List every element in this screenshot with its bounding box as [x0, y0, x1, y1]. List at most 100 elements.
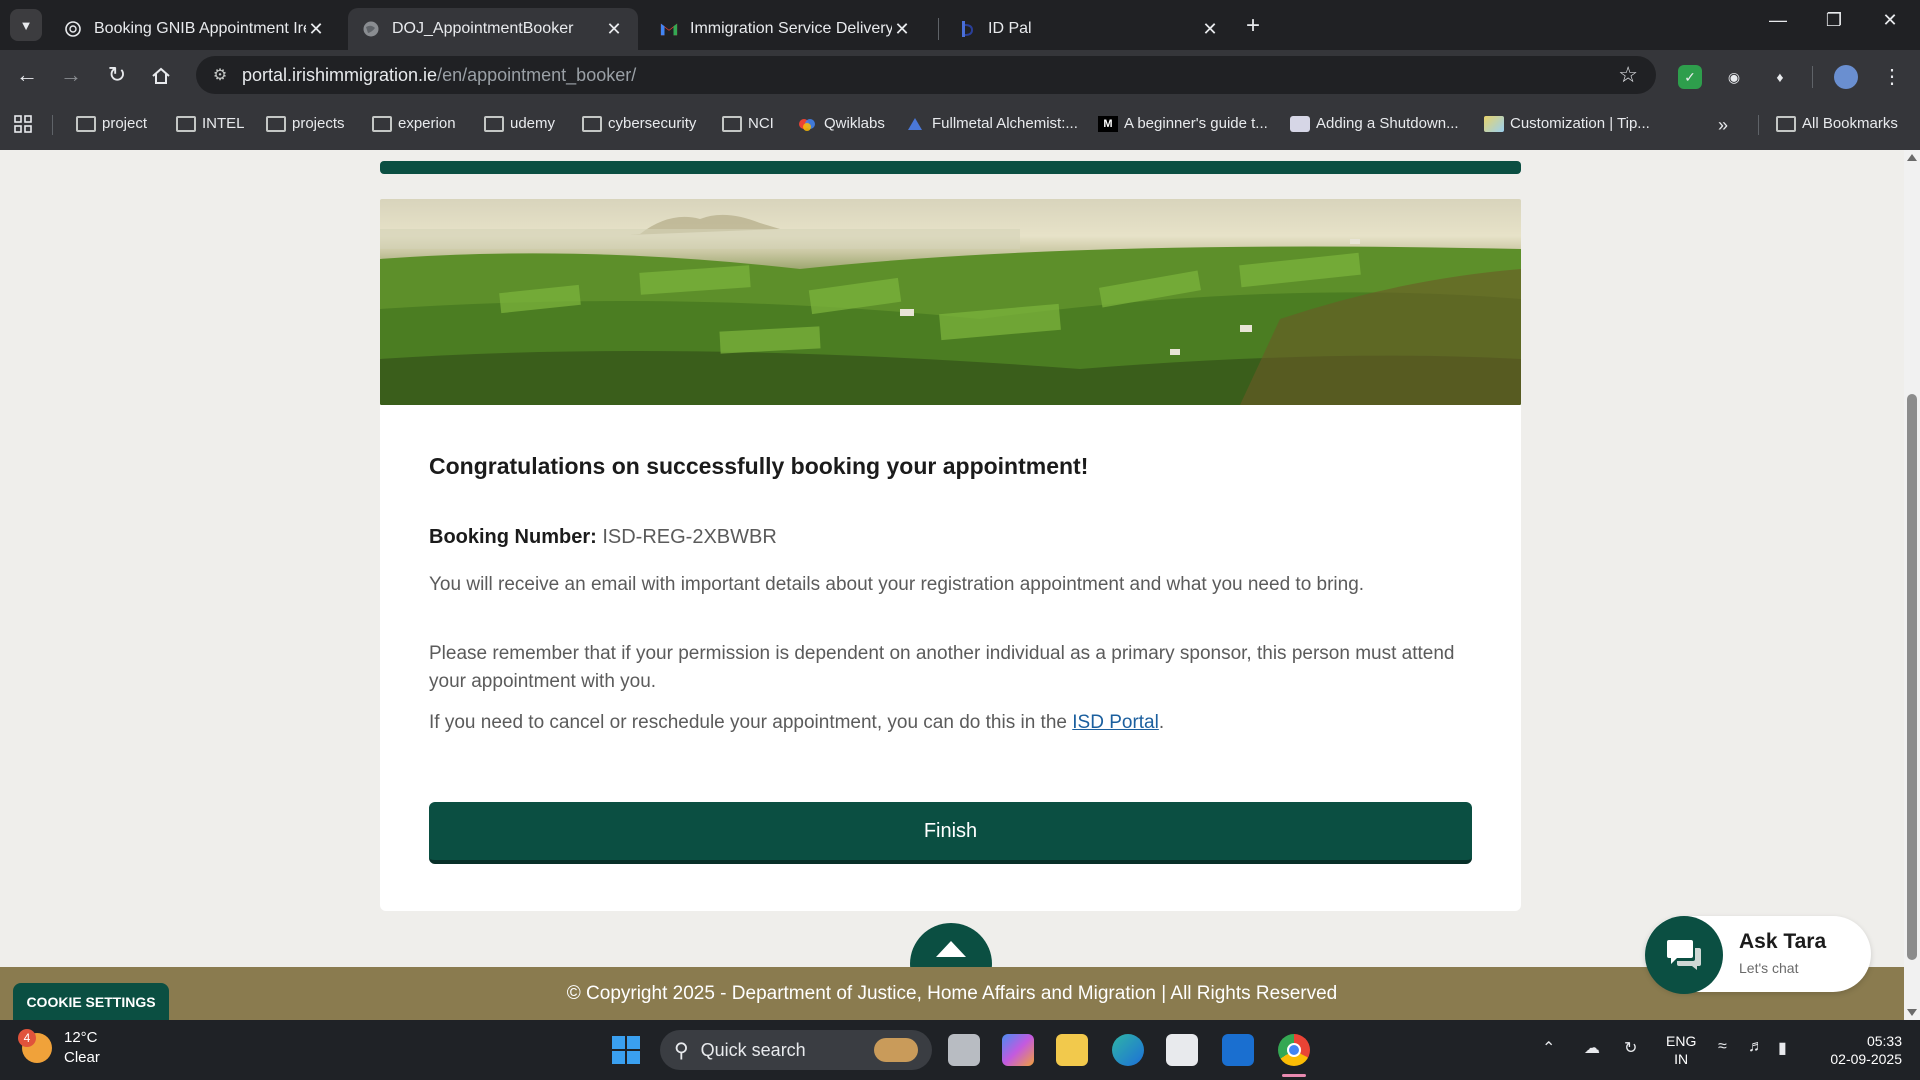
close-icon[interactable]: ✕ [1200, 19, 1220, 40]
volume-icon[interactable]: ♬ [1748, 1038, 1764, 1056]
window-close-icon[interactable]: ✕ [1870, 10, 1910, 31]
folder-icon [176, 115, 196, 132]
progress-bar [380, 161, 1521, 174]
language-indicator[interactable]: ENG IN [1666, 1032, 1696, 1068]
tab-doj-appointment-booker[interactable]: DOJ_AppointmentBooker ✕ [348, 8, 638, 50]
windows-start-icon[interactable] [610, 1034, 642, 1066]
bookmark-label: NCI [748, 115, 774, 132]
shield-extension-icon[interactable]: ✓ [1678, 65, 1702, 89]
clock-date: 02-09-2025 [1830, 1051, 1902, 1067]
system-clock[interactable]: 05:33 02-09-2025 [1818, 1032, 1902, 1068]
toolbar-divider [1812, 66, 1813, 88]
scroll-down-arrow-icon[interactable] [1907, 1009, 1917, 1016]
wifi-icon[interactable]: ≈ [1718, 1038, 1727, 1056]
search-highlight-icon [874, 1038, 918, 1062]
bookmark-folder-udemy[interactable]: udemy [484, 115, 555, 132]
weather-sun-icon: 4 [18, 1029, 52, 1063]
chat-bubble-icon [1645, 916, 1723, 994]
forward-icon[interactable]: → [56, 61, 86, 91]
home-icon[interactable] [146, 61, 176, 91]
taskbar-search[interactable]: ⚲ Quick search [660, 1030, 932, 1070]
scrollbar-thumb[interactable] [1907, 394, 1917, 960]
profile-avatar[interactable] [1834, 65, 1858, 89]
hero-landscape-image [380, 199, 1521, 405]
sync-icon[interactable]: ↻ [1624, 1038, 1637, 1058]
browser-toolbar: ← → ↻ ⚙ portal.irishimmigration.ie/en/ap… [0, 50, 1920, 100]
bookmark-label: INTEL [202, 115, 245, 132]
close-icon[interactable]: ✕ [892, 19, 912, 40]
folder-icon [582, 115, 602, 132]
bookmark-adding-shutdown[interactable]: Adding a Shutdown... [1290, 115, 1459, 132]
all-bookmarks-folder[interactable]: All Bookmarks [1776, 115, 1898, 132]
tab-id-pal[interactable]: ID Pal ✕ [944, 8, 1234, 50]
qwiklabs-icon [798, 116, 818, 132]
bookmark-customization[interactable]: Customization | Tip... [1484, 115, 1650, 132]
finish-button[interactable]: Finish [429, 802, 1472, 864]
weather-widget[interactable]: 4 12°C Clear [18, 1028, 100, 1068]
microsoft-store-icon[interactable] [1166, 1034, 1198, 1066]
bookmark-folder-cybersecurity[interactable]: cybersecurity [582, 115, 696, 132]
copilot-icon[interactable] [1002, 1034, 1034, 1066]
bookmark-folder-intel[interactable]: INTEL [176, 115, 245, 132]
email-info-text: You will receive an email with important… [429, 574, 1365, 595]
minimize-icon[interactable]: — [1758, 10, 1798, 31]
bookmarks-divider [52, 115, 53, 135]
booking-number-row: Booking Number: ISD-REG-2XBWBR [429, 526, 777, 549]
cookie-settings-button[interactable]: COOKIE SETTINGS [13, 983, 169, 1020]
back-icon[interactable]: ← [12, 61, 42, 91]
extensions-puzzle-icon[interactable]: ♦ [1768, 65, 1792, 89]
booking-number-value: ISD-REG-2XBWBR [602, 526, 777, 548]
bookmark-site-icon [1484, 115, 1504, 132]
isd-portal-link[interactable]: ISD Portal [1072, 712, 1159, 733]
bookmark-qwiklabs[interactable]: Qwiklabs [798, 115, 885, 132]
task-view-icon[interactable] [948, 1034, 980, 1066]
new-tab-button[interactable]: + [1246, 12, 1260, 40]
close-icon[interactable]: ✕ [604, 19, 624, 40]
address-bar[interactable]: ⚙ portal.irishimmigration.ie/en/appointm… [196, 56, 1656, 94]
extension-icon[interactable]: ◉ [1722, 65, 1746, 89]
bookmarks-bar: project INTEL projects experion udemy cy… [0, 100, 1920, 150]
bookmark-beginners-guide[interactable]: M A beginner's guide t... [1098, 115, 1268, 132]
active-app-indicator [1282, 1074, 1306, 1077]
tab-booking-gnib[interactable]: Booking GNIB Appointment Ire ✕ [50, 8, 340, 50]
reload-icon[interactable]: ↻ [102, 61, 132, 91]
edge-browser-icon[interactable] [1112, 1034, 1144, 1066]
language-code: ENG [1666, 1033, 1697, 1049]
apps-grid-icon[interactable] [14, 115, 32, 133]
url-path: /en/appointment_booker/ [437, 64, 637, 85]
bookmark-folder-project[interactable]: project [76, 115, 147, 132]
ask-tara-chat-widget[interactable]: Ask Tara Let's chat [1645, 916, 1871, 994]
bookmark-site-icon [906, 116, 926, 132]
region-code: IN [1674, 1051, 1689, 1067]
bookmark-fullmetal[interactable]: Fullmetal Alchemist:... [906, 115, 1078, 132]
bookmark-star-icon[interactable]: ☆ [1618, 62, 1638, 88]
booking-number-label: Booking Number: [429, 526, 597, 548]
scroll-up-arrow-icon[interactable] [1907, 154, 1917, 161]
tab-search-button[interactable]: ▼ [10, 9, 42, 41]
close-icon[interactable]: ✕ [306, 19, 326, 40]
show-hidden-icons-chevron-icon[interactable]: ⌃ [1542, 1038, 1555, 1058]
tab-immigration-service[interactable]: Immigration Service Delivery Re ✕ [646, 8, 926, 50]
page-title: Congratulations on successfully booking … [429, 453, 1089, 479]
page-scrollbar[interactable] [1904, 150, 1920, 1020]
bookmark-label: experion [398, 115, 456, 132]
onedrive-icon[interactable]: ☁ [1584, 1038, 1600, 1058]
site-settings-icon[interactable]: ⚙ [206, 65, 234, 85]
battery-icon[interactable]: ▮ [1778, 1038, 1787, 1058]
more-bookmarks-chevron-icon[interactable]: » [1718, 115, 1728, 136]
cancel-info-prefix: If you need to cancel or reschedule your… [429, 712, 1073, 733]
gmail-icon [660, 20, 678, 38]
bookmark-folder-nci[interactable]: NCI [722, 115, 774, 132]
bookmark-folder-experion[interactable]: experion [372, 115, 456, 132]
bookmark-folder-projects[interactable]: projects [266, 115, 345, 132]
file-explorer-icon[interactable] [1056, 1034, 1088, 1066]
restore-icon[interactable]: ❐ [1814, 10, 1854, 31]
bookmark-label: Fullmetal Alchemist:... [932, 115, 1078, 132]
outlook-icon[interactable] [1222, 1034, 1254, 1066]
weather-badge: 4 [18, 1029, 36, 1047]
idpal-icon [958, 20, 976, 38]
chat-subtitle: Let's chat [1739, 960, 1799, 976]
bookmark-label: Customization | Tip... [1510, 115, 1650, 132]
menu-kebab-icon[interactable]: ⋮ [1880, 65, 1904, 89]
chrome-icon[interactable] [1278, 1034, 1310, 1066]
